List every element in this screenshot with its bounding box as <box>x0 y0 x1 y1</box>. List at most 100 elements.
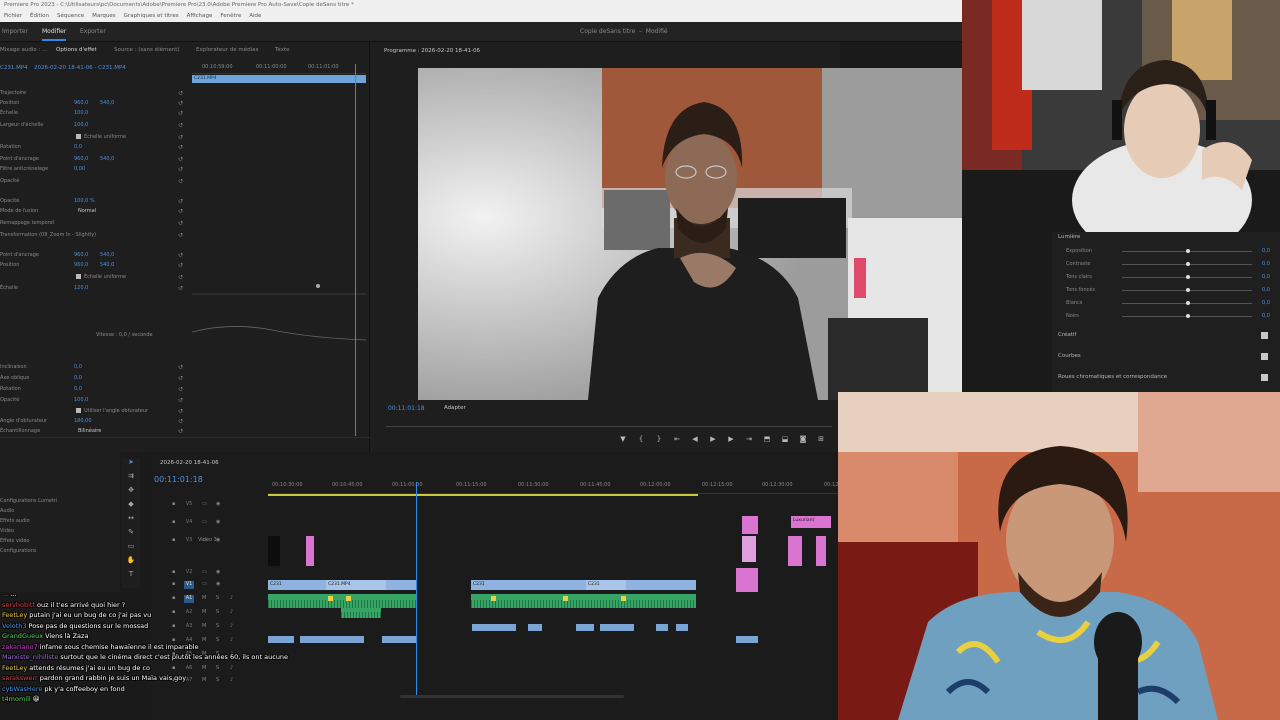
export-frame-icon[interactable]: ◙ <box>794 435 812 443</box>
tab-text[interactable]: Texte <box>275 47 290 53</box>
fx-source-clip[interactable]: C231.MP4 <box>0 65 28 71</box>
fx-value[interactable]: 100,0 <box>74 110 88 116</box>
fx-property-row[interactable]: Largeur d'échelle 100,0 ↺ <box>0 122 190 130</box>
reset-icon[interactable]: ↺ <box>178 110 183 117</box>
bin-item[interactable]: Effets vidéo <box>0 538 30 544</box>
video-clip[interactable]: C231 <box>471 580 696 590</box>
reset-icon[interactable]: ↺ <box>178 397 183 404</box>
extract-icon[interactable]: ⬓ <box>776 435 794 443</box>
fx-property-row[interactable]: Remappage temporel ↺ <box>0 220 190 228</box>
fx-value[interactable]: 120,0 <box>74 285 88 291</box>
workspace-exporter[interactable]: Exporter <box>80 28 106 35</box>
track-select-icon[interactable]: ⇉ <box>122 472 140 486</box>
fx-value[interactable]: 960,0 <box>74 100 88 106</box>
track-label[interactable]: V4 <box>184 519 194 527</box>
reset-icon[interactable]: ↺ <box>178 100 183 107</box>
menu-graphiques[interactable]: Graphiques et titres <box>120 10 183 19</box>
fx-property-row[interactable]: Filtre anticrénelage 0,00 ↺ <box>0 166 190 174</box>
audio-clip[interactable] <box>472 624 516 631</box>
reset-icon[interactable]: ↺ <box>178 375 183 382</box>
fx-value[interactable]: 0,0 <box>74 144 82 150</box>
fx-sequence-clip[interactable]: 2026-02-20 18-41-06 - C231.MP4 <box>34 65 126 71</box>
reset-icon[interactable]: ↺ <box>178 232 183 239</box>
lumetri-section-light[interactable]: Lumière <box>1058 234 1272 244</box>
go-in-icon[interactable]: ⇤ <box>668 435 686 443</box>
menu-aide[interactable]: Aide <box>245 10 265 19</box>
fx-property-row[interactable]: Point d'ancrage 960,0 540,0 ↺ <box>0 156 190 164</box>
reset-icon[interactable]: ↺ <box>178 156 183 163</box>
program-timecode[interactable]: 00:11:01:18 <box>388 405 425 412</box>
slider-knob[interactable] <box>1186 262 1190 266</box>
go-out-icon[interactable]: ⇥ <box>740 435 758 443</box>
bin-item[interactable]: Effets audio <box>0 518 30 524</box>
audio-clip[interactable] <box>341 608 381 618</box>
eye-icon[interactable]: ◉ <box>216 501 220 507</box>
slider-knob[interactable] <box>1186 249 1190 253</box>
fx-value[interactable]: 540,0 <box>100 156 114 162</box>
ripple-edit-icon[interactable]: ✥ <box>122 486 140 500</box>
fx-property-row[interactable]: Échelle uniforme ↺ <box>0 134 190 142</box>
fx-property-row[interactable]: Échelle 100,0 ↺ <box>0 110 190 118</box>
fx-value[interactable]: 0,0 <box>74 375 82 381</box>
reset-icon[interactable]: ↺ <box>178 166 183 173</box>
fx-property-row[interactable]: Opacité ↺ <box>0 178 190 186</box>
fx-clip-bar[interactable]: C231.MP4 <box>192 75 366 83</box>
toggle-output-icon[interactable]: ▭ <box>202 581 207 587</box>
keyframe-graph[interactable] <box>192 282 366 362</box>
checkbox-icon[interactable] <box>76 274 81 279</box>
toggle-output-icon[interactable]: ▭ <box>202 501 207 507</box>
slip-icon[interactable]: ↔ <box>122 514 140 528</box>
reset-icon[interactable]: ↺ <box>178 285 183 292</box>
checkbox-icon[interactable] <box>76 408 81 413</box>
lumetri-slider[interactable]: Contraste 0,0 <box>1066 261 1272 269</box>
graphic-clip[interactable] <box>816 536 826 566</box>
lumetri-slider[interactable]: Tons clairs 0,0 <box>1066 274 1272 282</box>
chat-username[interactable]: FeetLey <box>2 664 27 672</box>
reset-icon[interactable]: ↺ <box>178 144 183 151</box>
timeline-scrollbar[interactable] <box>400 695 624 698</box>
razor-icon[interactable]: ◆ <box>122 500 140 514</box>
fx-value[interactable]: 0,00 <box>74 166 85 172</box>
fx-property-row[interactable]: Opacité 100,0 % ↺ <box>0 198 190 206</box>
fx-property-row[interactable]: Position 960,0 540,0 ↺ <box>0 100 190 108</box>
toggle-output-icon[interactable]: ▭ <box>202 519 207 525</box>
tab-source[interactable]: Source : (sans élément) <box>114 47 180 53</box>
lift-icon[interactable]: ⬒ <box>758 435 776 443</box>
reset-icon[interactable]: ↺ <box>178 274 183 281</box>
track-label[interactable]: V5 <box>184 501 194 509</box>
fx-value[interactable]: 100,0 <box>74 397 88 403</box>
step-fwd-icon[interactable]: ▶ <box>722 435 740 443</box>
reset-icon[interactable]: ↺ <box>178 364 183 371</box>
fx-value[interactable]: 100,0 % <box>74 198 95 204</box>
slider-value[interactable]: 0,0 <box>1262 274 1270 280</box>
settings-icon[interactable]: ⊞ <box>812 435 830 443</box>
reset-icon[interactable]: ↺ <box>178 418 183 425</box>
chat-username[interactable]: Veloth3 <box>2 622 27 630</box>
graphic-clip[interactable]: Luxuriant <box>791 516 831 528</box>
step-back-icon[interactable]: ◀ <box>686 435 704 443</box>
lumetri-slider[interactable]: Exposition 0,0 <box>1066 248 1272 256</box>
program-title[interactable]: Programme : 2026-02-20 18-41-06 <box>384 48 480 54</box>
chat-username[interactable]: FeetLey <box>2 611 27 619</box>
fx-property-row[interactable]: Opacité 100,0 ↺ <box>0 397 190 405</box>
lumetri-slider[interactable]: Blancs 0,0 <box>1066 300 1272 308</box>
fx-property-row[interactable]: Axe oblique 0,0 ↺ <box>0 375 190 383</box>
slider-knob[interactable] <box>1186 275 1190 279</box>
graphic-clip[interactable] <box>736 568 758 592</box>
graphic-clip[interactable] <box>742 536 756 562</box>
tab-media-browser[interactable]: Explorateur de médias <box>196 47 258 53</box>
chat-username[interactable]: servhobitt <box>2 601 35 609</box>
fx-value[interactable]: 100,0 <box>74 122 88 128</box>
bin-item[interactable]: Audio <box>0 508 14 514</box>
timeline-ruler[interactable]: 00:10:30:00 00:10:45:00 00:11:00:00 00:11:1… <box>268 480 840 494</box>
reset-icon[interactable]: ↺ <box>178 386 183 393</box>
work-area-bar[interactable] <box>268 494 698 496</box>
fx-property-row[interactable]: Utiliser l'angle obturateur ↺ <box>0 408 190 416</box>
lock-icon[interactable]: ▪ <box>172 581 175 587</box>
reset-icon[interactable]: ↺ <box>178 408 183 415</box>
track-header[interactable]: ▪ V4 ▭ ◉ <box>146 518 268 528</box>
track-header[interactable]: ▪ V1 ▭ ◉ <box>146 580 268 590</box>
fx-property-row[interactable]: Échantillonnage Bilinéaire ↺ <box>0 428 190 436</box>
fx-value[interactable]: 960,0 <box>74 252 88 258</box>
fx-value[interactable]: 180,00 <box>74 418 92 424</box>
